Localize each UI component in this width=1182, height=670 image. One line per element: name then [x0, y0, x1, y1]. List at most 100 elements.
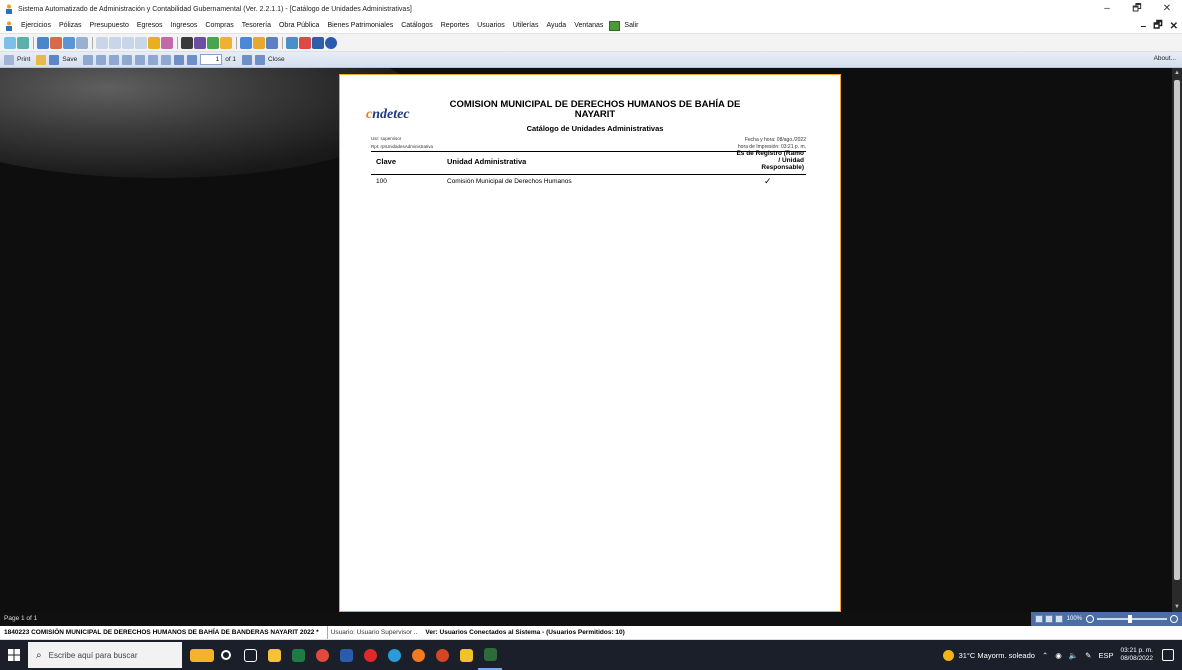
notification-icon[interactable] — [1162, 649, 1174, 661]
vertical-scrollbar[interactable]: ▲ ▼ — [1172, 68, 1182, 612]
menu-tesoreria[interactable]: Tesorería — [238, 22, 275, 29]
taskbar-clock[interactable]: 03:21 p. m. 08/08/2022 — [1120, 647, 1153, 663]
zoom-icon[interactable] — [122, 54, 133, 65]
mdi-child-icon[interactable] — [4, 21, 14, 31]
multi-page-icon[interactable] — [1054, 615, 1063, 623]
menu-salir[interactable]: Salir — [620, 22, 642, 29]
minimize-button[interactable]: – — [1092, 0, 1122, 18]
menu-egresos[interactable]: Egresos — [133, 22, 167, 29]
start-button[interactable] — [0, 640, 28, 670]
page-number-input[interactable]: 1 — [200, 54, 223, 65]
edit-icon[interactable] — [240, 36, 252, 49]
income-icon[interactable] — [76, 36, 88, 49]
book-icon[interactable] — [312, 36, 324, 49]
network-icon[interactable] — [286, 36, 298, 49]
prev-page-icon[interactable] — [187, 54, 198, 65]
powerpoint-app[interactable] — [430, 640, 454, 670]
expenses-icon[interactable] — [63, 36, 75, 49]
menu-bienes-patrimoniales[interactable]: Bienes Patrimoniales — [323, 22, 397, 29]
menu-ingresos[interactable]: Ingresos — [167, 22, 202, 29]
menu-obra-publica[interactable]: Obra Pública — [275, 22, 323, 29]
mdi-minimize-button[interactable]: – — [1141, 21, 1147, 32]
multipage-icon[interactable] — [148, 54, 159, 65]
scrollbar-thumb[interactable] — [1174, 80, 1180, 580]
menu-ejercicios[interactable]: Ejercicios — [17, 22, 55, 29]
opera-app[interactable] — [358, 640, 382, 670]
fullscreen-icon[interactable] — [161, 54, 172, 65]
thumbnails-icon[interactable] — [135, 54, 146, 65]
disk-icon[interactable] — [161, 36, 173, 49]
widgets-app[interactable] — [190, 640, 214, 670]
refresh-icon[interactable] — [4, 36, 16, 49]
firefox-app[interactable] — [406, 640, 430, 670]
save-button[interactable]: Save — [62, 56, 77, 63]
about-button[interactable]: About... — [1154, 55, 1176, 62]
tray-chevron-icon[interactable]: ⌃ — [1042, 651, 1048, 660]
menu-presupuesto[interactable]: Presupuesto — [86, 22, 133, 29]
save-icon[interactable] — [49, 54, 60, 65]
find-icon[interactable] — [96, 54, 107, 65]
chart-icon[interactable] — [194, 36, 206, 49]
weather-text[interactable]: 31°C Mayorm. soleado — [959, 651, 1035, 660]
network-icon[interactable]: ◉ — [1055, 651, 1062, 660]
word-app[interactable] — [334, 640, 358, 670]
menu-utilerias[interactable]: Utilerías — [509, 22, 543, 29]
volume-icon[interactable]: 🔈 — [1069, 651, 1078, 660]
help-icon[interactable] — [325, 36, 337, 49]
print-icon[interactable] — [4, 54, 14, 65]
budget-icon[interactable] — [50, 36, 62, 49]
scroll-up-icon[interactable]: ▲ — [1172, 68, 1182, 78]
zoom-in-icon[interactable] — [1170, 615, 1178, 623]
language-indicator[interactable]: ESP — [1098, 651, 1113, 660]
connected-users-link[interactable]: Ver: Usuarios Conectados al Sistema - (U… — [425, 626, 624, 639]
settings-icon[interactable] — [266, 36, 278, 49]
document-icon[interactable] — [135, 36, 147, 49]
pen-icon[interactable]: ✎ — [1085, 651, 1091, 660]
chrome-app[interactable] — [310, 640, 334, 670]
menu-ayuda[interactable]: Ayuda — [542, 22, 570, 29]
document-icon[interactable] — [109, 36, 121, 49]
edge-app[interactable] — [382, 640, 406, 670]
policy-icon[interactable] — [37, 36, 49, 49]
excel-app[interactable] — [286, 640, 310, 670]
print-button[interactable]: Print — [17, 56, 30, 63]
report-icon[interactable] — [148, 36, 160, 49]
chat-app[interactable] — [454, 640, 478, 670]
alert-icon[interactable] — [299, 36, 311, 49]
document-icon[interactable] — [122, 36, 134, 49]
menu-compras[interactable]: Compras — [201, 22, 237, 29]
folder-icon[interactable] — [220, 36, 232, 49]
mdi-close-button[interactable]: ✕ — [1170, 21, 1178, 32]
last-page-icon[interactable] — [255, 54, 266, 65]
open-icon[interactable] — [36, 54, 47, 65]
single-page-icon[interactable] — [1034, 615, 1043, 623]
menu-ventanas[interactable]: Ventanas — [570, 22, 607, 29]
task-view-app[interactable] — [238, 640, 262, 670]
tools-icon[interactable] — [253, 36, 265, 49]
menu-reportes[interactable]: Reportes — [437, 22, 473, 29]
scroll-down-icon[interactable]: ▼ — [1172, 602, 1182, 612]
restore-button[interactable]: 🗗 — [1122, 0, 1152, 18]
export-icon[interactable] — [83, 54, 94, 65]
mdi-restore-button[interactable]: 🗗 — [1153, 18, 1162, 35]
zoom-out-icon[interactable] — [1086, 615, 1094, 623]
menu-catalogos[interactable]: Catálogos — [397, 22, 437, 29]
first-page-icon[interactable] — [174, 54, 185, 65]
menu-usuarios[interactable]: Usuarios — [473, 22, 509, 29]
sacg-app[interactable] — [478, 640, 502, 670]
menu-polizas[interactable]: Pólizas — [55, 22, 86, 29]
page-setup-icon[interactable] — [109, 54, 120, 65]
users-icon[interactable] — [207, 36, 219, 49]
file-explorer-app[interactable] — [262, 640, 286, 670]
zoom-slider[interactable] — [1097, 615, 1167, 623]
zoom-slider-knob[interactable] — [1128, 615, 1132, 623]
taskbar-search-box[interactable]: ⌕ Escribe aquí para buscar — [28, 642, 182, 668]
close-report-button[interactable]: Close — [268, 56, 285, 63]
close-window-button[interactable]: ✕ — [1152, 0, 1182, 18]
cortana-app[interactable] — [214, 640, 238, 670]
weather-sun-icon[interactable] — [942, 649, 954, 661]
document-icon[interactable] — [96, 36, 108, 49]
next-page-icon[interactable] — [242, 54, 253, 65]
calculator-icon[interactable] — [181, 36, 193, 49]
catalog-icon[interactable] — [17, 36, 29, 49]
